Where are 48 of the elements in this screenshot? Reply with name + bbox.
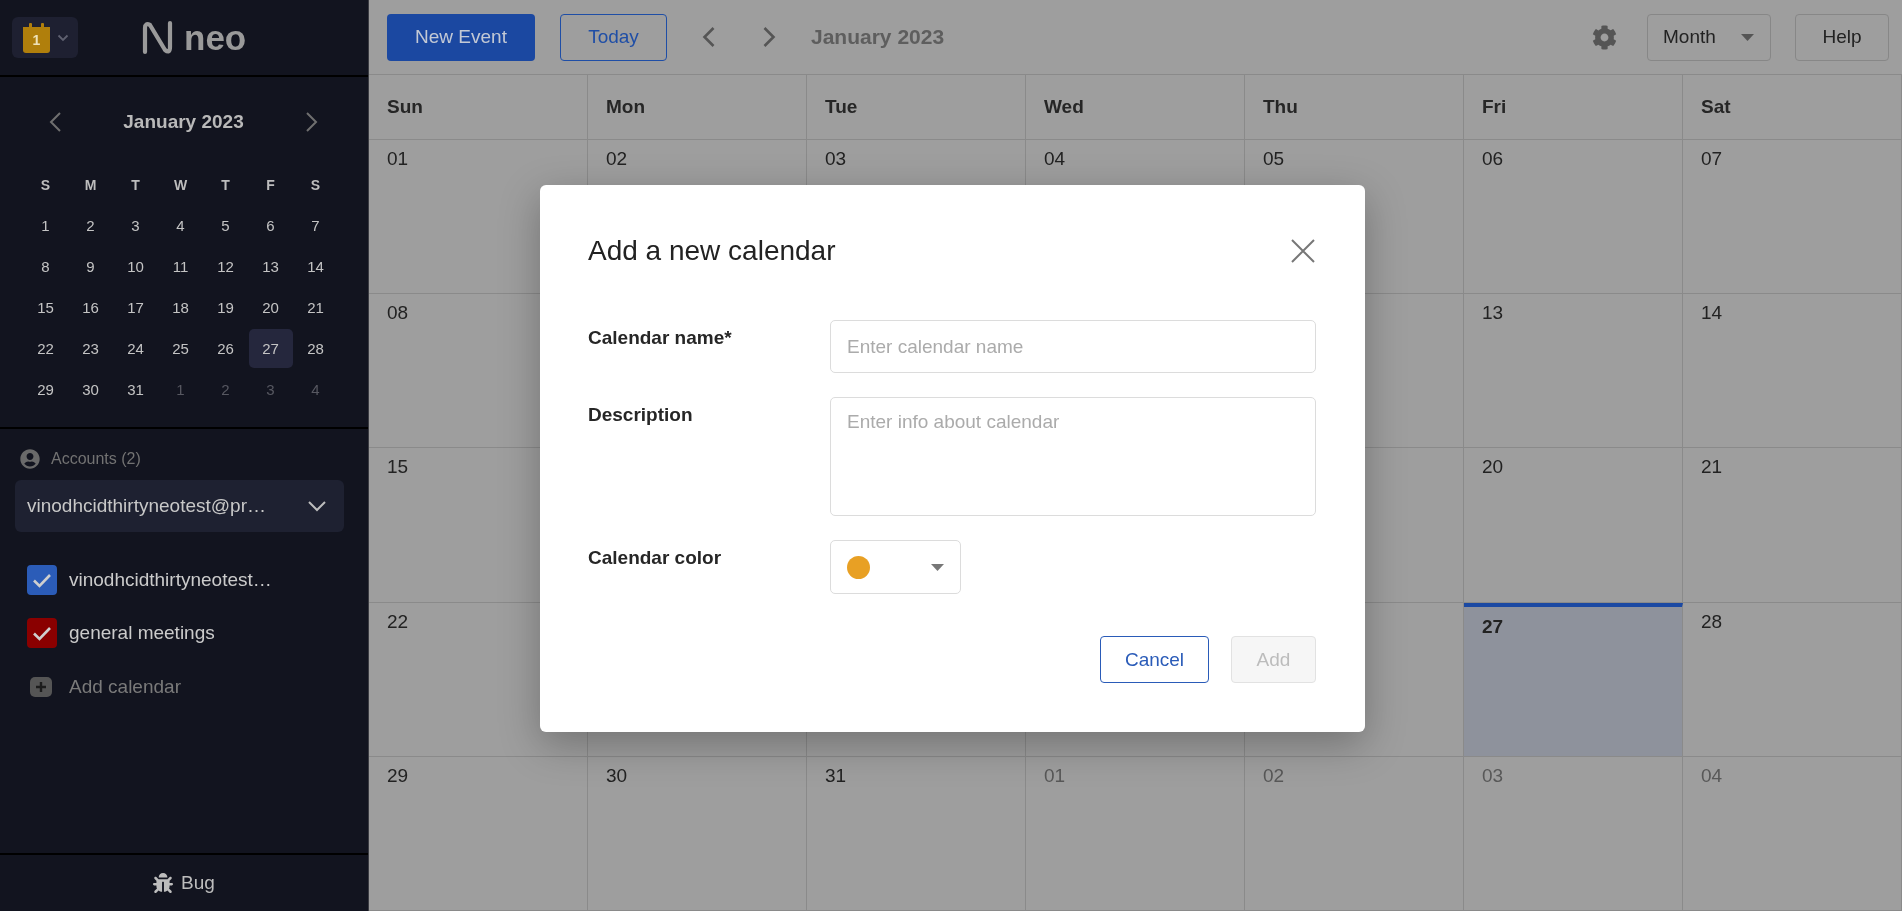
day-number: 28 — [1701, 610, 1723, 632]
day-number: 01 — [1044, 764, 1066, 786]
day-number: 15 — [387, 456, 409, 478]
weekday-header: Tue — [825, 96, 858, 118]
field-label: Description — [588, 403, 694, 427]
calendar-name: general meetings — [69, 622, 215, 644]
day-number: 01 — [387, 148, 409, 169]
weekday-header: Thu — [1263, 96, 1298, 118]
month-title: January 2023 — [123, 111, 244, 133]
weekday-header: Fri — [1482, 96, 1507, 118]
day-number: 21 — [1701, 456, 1723, 478]
weekday-header: Wed — [1044, 96, 1084, 118]
weekday-label: S — [310, 176, 321, 193]
weekday-header: Mon — [606, 96, 646, 118]
weekday-header: Sun — [387, 96, 423, 118]
day-number: 27 — [1482, 615, 1504, 637]
day-number: 13 — [1482, 302, 1504, 324]
day-number: 02 — [606, 148, 628, 169]
weekday-label: M — [84, 176, 97, 193]
logo-text: neo — [184, 17, 247, 58]
day-number: 04 — [1701, 764, 1723, 786]
month-title: January 2023 — [811, 25, 945, 49]
day-number: 02 — [1263, 764, 1285, 786]
weekday-label: S — [40, 176, 51, 193]
weekday-label: T — [221, 176, 230, 193]
day-number: 06 — [1482, 148, 1504, 169]
day-number: 05 — [1263, 148, 1285, 169]
field-label: Calendar color — [588, 546, 723, 570]
day-number: 31 — [825, 764, 847, 786]
day-number: 20 — [1482, 456, 1504, 478]
weekday-label: F — [266, 176, 275, 193]
weekday-label: T — [131, 176, 140, 193]
dialog-title: Add a new calendar — [588, 234, 836, 268]
calendar-name: vinodhcidthirtyneotest… — [69, 569, 272, 591]
accounts-label: Accounts (2) — [51, 450, 141, 468]
day-number: 30 — [606, 764, 628, 786]
field-label: Calendar name* — [588, 326, 733, 350]
day-number: 08 — [387, 302, 409, 324]
day-number: 07 — [1701, 148, 1723, 169]
day-number: 29 — [387, 764, 409, 786]
day-number: 04 — [1044, 148, 1066, 169]
day-number: 14 — [1701, 302, 1723, 324]
day-number: 22 — [387, 610, 409, 632]
day-number: 03 — [825, 148, 847, 169]
date-tile: 1 — [23, 22, 50, 53]
weekday-header: Sat — [1701, 96, 1731, 118]
weekday-label: W — [173, 176, 188, 193]
day-number: 03 — [1482, 764, 1504, 786]
